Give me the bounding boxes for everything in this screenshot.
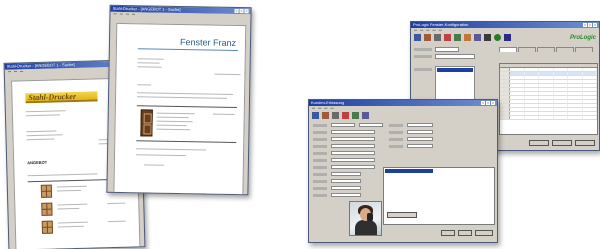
form-field[interactable] bbox=[331, 123, 355, 127]
form-field[interactable] bbox=[331, 186, 361, 190]
form-button[interactable] bbox=[458, 230, 472, 236]
save-icon[interactable] bbox=[312, 112, 319, 119]
help-icon[interactable] bbox=[504, 34, 511, 41]
form-field[interactable] bbox=[331, 165, 375, 169]
form-button[interactable] bbox=[475, 230, 493, 236]
config-button[interactable] bbox=[552, 140, 572, 146]
form-field[interactable] bbox=[407, 123, 433, 127]
form-field[interactable] bbox=[331, 193, 361, 197]
close-icon[interactable] bbox=[491, 101, 495, 105]
company-name-heading: Fenster Franz bbox=[179, 37, 237, 48]
configurator-menubar: ••• ••• ••• ••• ••• bbox=[411, 28, 599, 33]
print-icon[interactable] bbox=[332, 112, 339, 119]
customer-form-window: Kunden-Erfassung ••• ••• ••• ••• bbox=[308, 99, 498, 243]
search-icon[interactable] bbox=[352, 112, 359, 119]
form-field[interactable] bbox=[331, 158, 375, 162]
config-button[interactable] bbox=[575, 140, 595, 146]
table-icon[interactable] bbox=[474, 34, 481, 41]
settings-icon[interactable] bbox=[494, 34, 501, 41]
form-field[interactable] bbox=[359, 123, 383, 127]
delete-icon[interactable] bbox=[342, 112, 349, 119]
minimize-icon[interactable] bbox=[481, 101, 485, 105]
maximize-icon[interactable] bbox=[588, 23, 592, 27]
print-icon[interactable] bbox=[434, 34, 441, 41]
customer-titlebar[interactable]: Kunden-Erfassung bbox=[309, 100, 497, 106]
customer-photo bbox=[349, 201, 382, 236]
brand-logo: ProLogic bbox=[569, 35, 596, 41]
minimize-icon[interactable] bbox=[583, 23, 587, 27]
configurator-toolbar bbox=[414, 34, 511, 41]
form-field[interactable] bbox=[331, 151, 375, 155]
form-field[interactable] bbox=[331, 130, 375, 134]
config-button[interactable] bbox=[529, 140, 549, 146]
new-icon[interactable] bbox=[362, 112, 369, 119]
form-button[interactable] bbox=[387, 212, 417, 218]
window-item-image bbox=[41, 220, 54, 234]
edit-icon[interactable] bbox=[424, 34, 431, 41]
form-field[interactable] bbox=[407, 137, 433, 141]
form-field[interactable] bbox=[407, 144, 433, 148]
calculator-icon[interactable] bbox=[484, 34, 491, 41]
cut-icon[interactable] bbox=[444, 34, 451, 41]
close-icon[interactable] bbox=[593, 23, 597, 27]
minimize-icon[interactable] bbox=[234, 8, 239, 14]
form-field[interactable] bbox=[331, 137, 375, 141]
form-field[interactable] bbox=[331, 172, 361, 176]
configurator-field[interactable] bbox=[435, 47, 459, 52]
maximize-icon[interactable] bbox=[486, 101, 490, 105]
tab-1[interactable] bbox=[499, 47, 517, 52]
copy-icon[interactable] bbox=[454, 34, 461, 41]
form-field[interactable] bbox=[331, 144, 375, 148]
edit-icon[interactable] bbox=[322, 112, 329, 119]
tab-3[interactable] bbox=[537, 47, 555, 52]
form-field[interactable] bbox=[331, 179, 361, 183]
maximize-icon[interactable] bbox=[239, 9, 244, 14]
form-button[interactable] bbox=[441, 230, 455, 236]
letter-preview-window: Stahl-Drucker - [ANGEBOT 1 - Suche] ••• •… bbox=[106, 4, 252, 196]
customer-menubar: ••• ••• ••• ••• bbox=[309, 106, 497, 111]
configurator-field[interactable] bbox=[435, 54, 475, 59]
window-icon[interactable] bbox=[464, 34, 471, 41]
customer-window-title: Kunden-Erfassung bbox=[311, 100, 345, 105]
product-collage: Stahl-Drucker - [ANGEBOT 1 - Suche] ••• •… bbox=[0, 0, 600, 249]
document-heading: ANGEBOT bbox=[27, 159, 48, 166]
tab-5[interactable] bbox=[575, 47, 593, 52]
dimensions-grid[interactable] bbox=[499, 63, 598, 135]
close-icon[interactable] bbox=[244, 9, 249, 14]
configurator-tabs bbox=[499, 47, 593, 52]
form-field[interactable] bbox=[407, 130, 433, 134]
door-item-image bbox=[140, 109, 153, 137]
customer-toolbar bbox=[312, 112, 369, 119]
tab-2[interactable] bbox=[518, 47, 536, 52]
tab-4[interactable] bbox=[556, 47, 574, 52]
window-item-image bbox=[41, 202, 53, 216]
window-item-image bbox=[40, 184, 53, 198]
save-icon[interactable] bbox=[414, 34, 421, 41]
company-logo: Stahl-Drucker bbox=[25, 91, 98, 104]
